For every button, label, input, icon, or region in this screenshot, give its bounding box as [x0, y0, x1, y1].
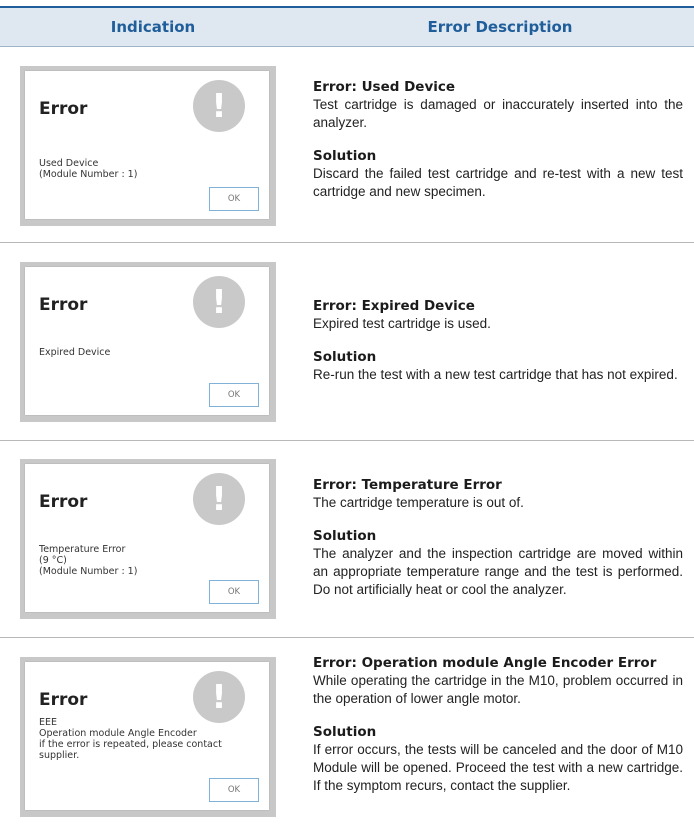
error-description: Error: Expired Device Expired test cartr… [313, 298, 683, 384]
solution-title: Solution [313, 528, 377, 544]
ok-button[interactable]: OK [209, 580, 259, 604]
solution-title: Solution [313, 148, 377, 164]
error-text: Expired test cartridge is used. [313, 316, 491, 331]
error-title: Error: Used Device [313, 79, 456, 95]
error-dialog-screenshot: Error ! Expired Device OK [20, 262, 276, 422]
exclamation-circle-icon: ! [193, 80, 245, 132]
section-heading-strip [0, 0, 694, 8]
column-header-indication: Indication [110, 18, 196, 36]
error-text: Test cartridge is damaged or inaccuratel… [313, 97, 683, 130]
solution-title: Solution [313, 349, 377, 365]
table-row: Error ! Expired Device OK Error: Expired… [0, 243, 694, 441]
error-description: Error: Operation module Angle Encoder Er… [313, 655, 683, 795]
dialog-message: EEE Operation module Angle Encoder if th… [39, 717, 222, 761]
error-dialog: Error ! EEE Operation module Angle Encod… [25, 662, 269, 810]
error-dialog: Error ! Temperature Error (9 °C) (Module… [25, 464, 269, 612]
error-description: Error: Temperature Error The cartridge t… [313, 477, 683, 599]
exclamation-circle-icon: ! [193, 473, 245, 525]
dialog-message: Expired Device [39, 347, 111, 358]
dialog-title: Error [39, 492, 88, 512]
column-header-error-description: Error Description [427, 18, 573, 36]
error-title: Error: Temperature Error [313, 477, 502, 493]
dialog-title: Error [39, 690, 88, 710]
error-title: Error: Expired Device [313, 298, 475, 314]
exclamation-circle-icon: ! [193, 671, 245, 723]
solution-text: The analyzer and the inspection cartridg… [313, 546, 683, 597]
solution-text: If error occurs, the tests will be cance… [313, 742, 683, 793]
error-dialog-screenshot: Error ! EEE Operation module Angle Encod… [20, 657, 276, 817]
error-dialog: Error ! Used Device (Module Number : 1) … [25, 71, 269, 219]
table-row: Error ! EEE Operation module Angle Encod… [0, 638, 694, 834]
solution-text: Discard the failed test cartridge and re… [313, 166, 683, 199]
error-dialog-screenshot: Error ! Used Device (Module Number : 1) … [20, 66, 276, 226]
error-text: The cartridge temperature is out of. [313, 495, 524, 510]
error-dialog: Error ! Expired Device OK [25, 267, 269, 415]
dialog-message: Used Device (Module Number : 1) [39, 158, 138, 180]
solution-text: Re-run the test with a new test cartridg… [313, 367, 678, 382]
table-row: Error ! Temperature Error (9 °C) (Module… [0, 441, 694, 638]
error-description: Error: Used Device Test cartridge is dam… [313, 79, 683, 201]
solution-title: Solution [313, 724, 377, 740]
error-text: While operating the cartridge in the M10… [313, 673, 683, 706]
error-title: Error: Operation module Angle Encoder Er… [313, 655, 657, 671]
ok-button[interactable]: OK [209, 383, 259, 407]
table-header: Indication Error Description [0, 8, 694, 47]
error-dialog-screenshot: Error ! Temperature Error (9 °C) (Module… [20, 459, 276, 619]
ok-button[interactable]: OK [209, 778, 259, 802]
dialog-title: Error [39, 99, 88, 119]
dialog-title: Error [39, 295, 88, 315]
dialog-message: Temperature Error (9 °C) (Module Number … [39, 544, 138, 577]
ok-button[interactable]: OK [209, 187, 259, 211]
table-row: Error ! Used Device (Module Number : 1) … [0, 47, 694, 243]
exclamation-circle-icon: ! [193, 276, 245, 328]
